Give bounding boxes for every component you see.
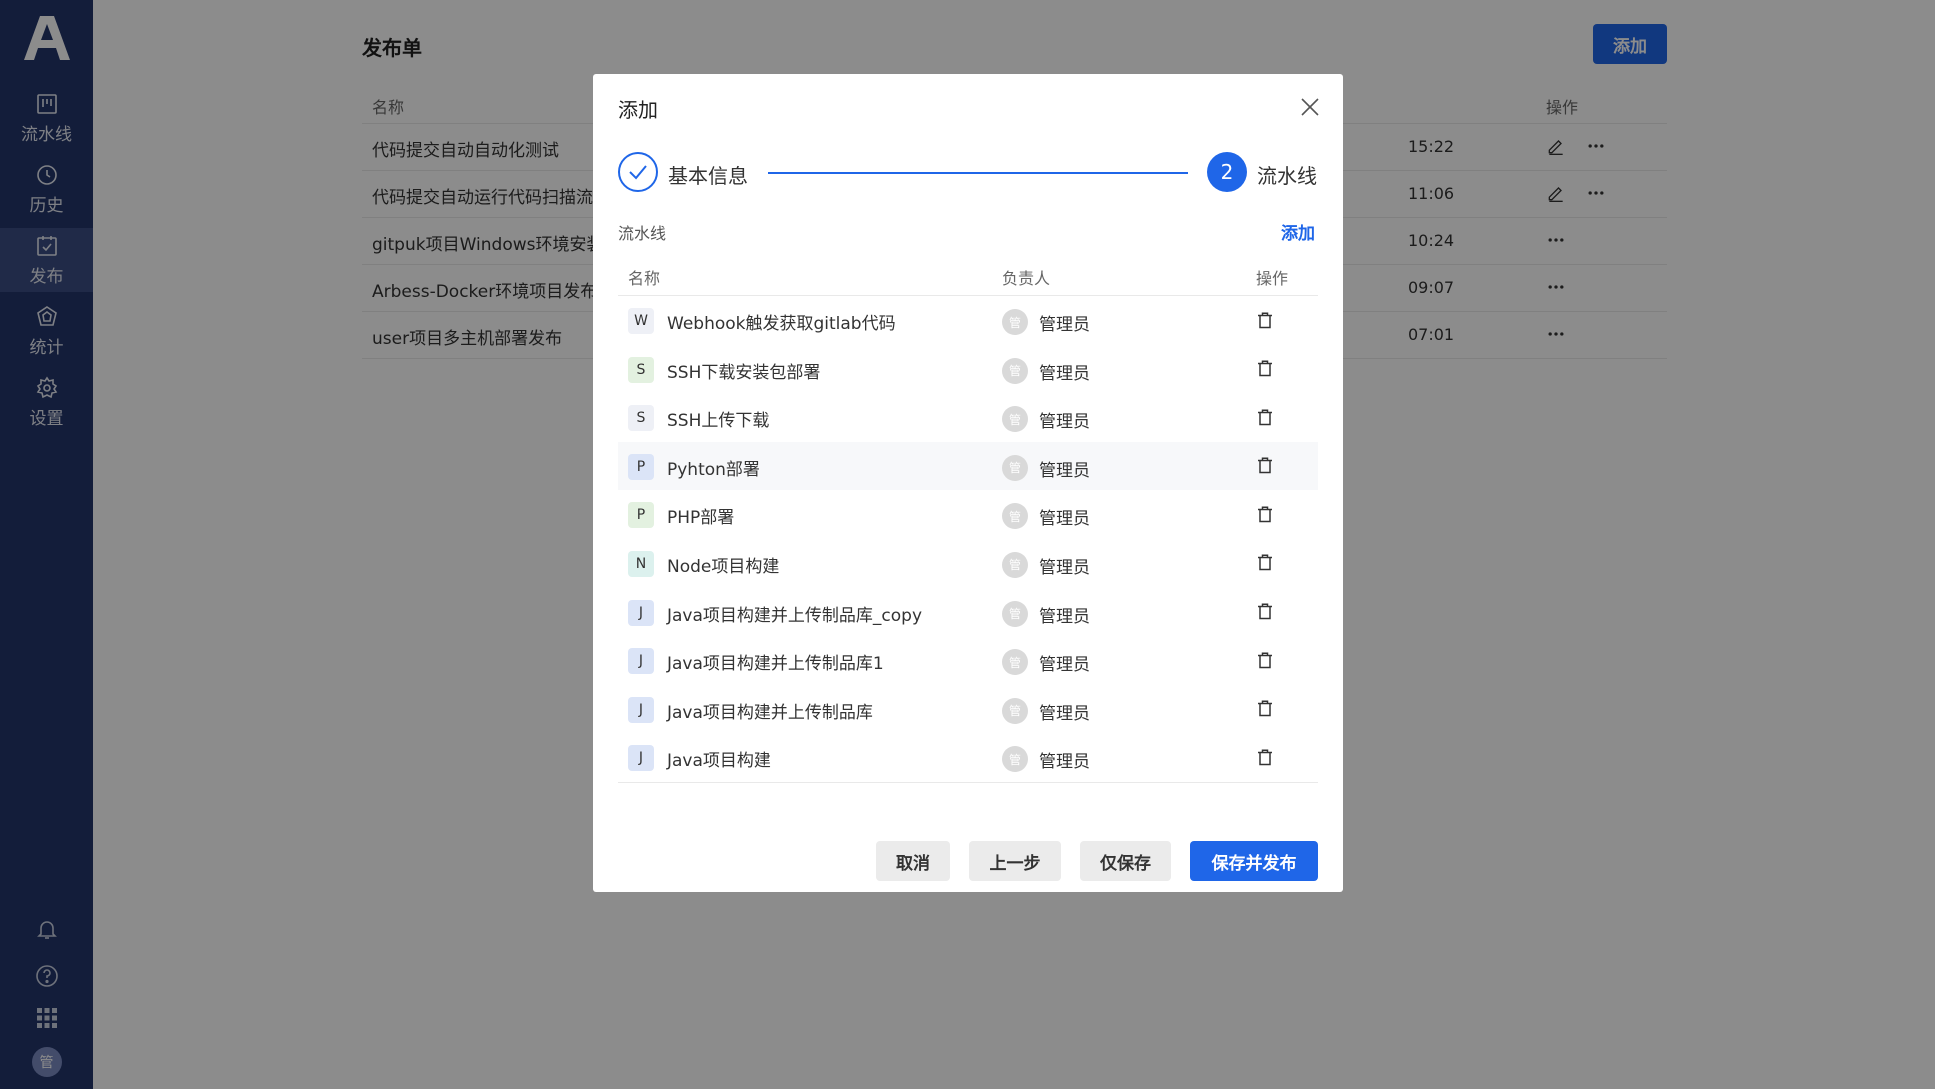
delete-button[interactable] [1255,310,1275,330]
owner-name: 管理员 [1039,703,1090,724]
pipeline-name: SSH上传下载 [667,411,770,432]
avatar: 管 [1002,309,1028,335]
delete-button[interactable] [1255,602,1275,622]
avatar: 管 [1002,551,1028,578]
column-owner: 负责人 [1002,269,1051,288]
pipeline-initial-badge: W [628,308,654,334]
delete-button[interactable] [1255,699,1275,719]
column-name: 名称 [628,269,661,288]
pipeline-initial-badge: N [628,550,654,577]
pipeline-initial-badge: P [628,453,654,480]
trash-icon [1258,603,1272,620]
trash-icon [1258,311,1272,328]
pipeline-initial-badge: J [628,696,654,723]
trash-icon [1258,652,1272,668]
owner-name: 管理员 [1039,315,1090,335]
delete-button[interactable] [1255,504,1275,524]
owner-name: 管理员 [1039,363,1090,384]
pipeline-name: Java项目构建 [667,751,771,772]
close-button[interactable] [1297,94,1323,120]
delete-button[interactable] [1255,553,1275,573]
owner-name: 管理员 [1039,557,1090,578]
trash-icon [1258,700,1272,717]
column-action: 操作 [1256,269,1289,288]
pipeline-initial-badge: S [628,405,654,432]
delete-button[interactable] [1255,456,1275,476]
table-row[interactable]: P Pyhton部署 管管理员 [618,441,1318,491]
trash-icon [1258,554,1272,571]
pipeline-name: Java项目构建并上传制品库 [667,702,873,723]
check-icon [629,165,647,180]
previous-step-button[interactable]: 上一步 [969,841,1061,881]
step-label: 流水线 [1257,164,1317,188]
pipeline-name: SSH下载安装包部署 [667,362,821,383]
table-row[interactable]: J Java项目构建并上传制品库1 管管理员 [618,636,1318,685]
add-release-modal: 添加 基本信息 2 流水线 流水线 添加 名称 负责人 操作 W Webhook触… [593,74,1343,892]
pipeline-initial-badge: J [628,599,654,626]
add-pipeline-link[interactable]: 添加 [1281,219,1315,244]
owner-name: 管理员 [1039,606,1090,627]
avatar: 管 [1002,600,1028,627]
pipeline-table: 名称 负责人 操作 W Webhook触发获取gitlab代码管管理员 S SSH下载… [618,256,1318,783]
pipeline-initial-badge: P [628,502,654,529]
table-row[interactable]: S SSH上传下载 管管理员 [618,393,1318,442]
delete-button[interactable] [1255,747,1275,767]
table-row[interactable]: J Java项目构建 管管理员 [618,733,1318,782]
section-label: 流水线 [618,224,667,243]
table-row[interactable]: J Java项目构建并上传制品库_copy 管管理员 [618,588,1318,637]
trash-icon [1258,409,1272,425]
table-row[interactable]: S SSH下载安装包部署 管管理员 [618,345,1318,394]
save-and-publish-button[interactable]: 保存并发布 [1190,841,1318,881]
trash-icon [1258,506,1272,523]
trash-icon [1258,749,1272,766]
pipeline-name: Java项目构建并上传制品库1 [667,654,884,675]
avatar: 管 [1002,503,1028,530]
close-icon [1301,98,1319,116]
avatar: 管 [1002,406,1028,433]
step-basic-info[interactable] [618,152,658,192]
owner-name: 管理员 [1039,655,1090,676]
delete-button[interactable] [1255,359,1275,379]
pipeline-name: Node项目构建 [667,556,780,577]
pipeline-initial-badge: J [628,648,654,675]
owner-name: 管理员 [1039,752,1090,773]
avatar: 管 [1002,649,1028,676]
pipeline-name: Webhook触发获取gitlab代码 [667,314,896,334]
cancel-button[interactable]: 取消 [876,841,950,881]
pipeline-name: Java项目构建并上传制品库_copy [667,605,923,626]
avatar: 管 [1002,357,1028,384]
table-row[interactable]: W Webhook触发获取gitlab代码 管管理员 [618,296,1318,345]
delete-button[interactable] [1255,407,1275,427]
table-row[interactable]: N Node项目构建 管管理员 [618,539,1318,588]
table-row[interactable]: J Java项目构建并上传制品库 管管理员 [618,685,1318,734]
delete-button[interactable] [1255,650,1275,670]
avatar: 管 [1002,746,1028,773]
avatar: 管 [1002,454,1028,481]
trash-icon [1258,457,1272,474]
table-header: 名称 负责人 操作 [618,256,1318,296]
step-label: 基本信息 [668,164,748,188]
pipeline-initial-badge: S [628,356,654,383]
owner-name: 管理员 [1039,460,1090,481]
step-pipeline: 2 [1207,152,1247,192]
table-divider [618,781,1318,783]
table-body: W Webhook触发获取gitlab代码管管理员 S SSH下载安装包部署管管理员 S… [618,296,1318,782]
modal-title: 添加 [618,98,658,122]
trash-icon [1258,360,1272,377]
pipeline-initial-badge: J [628,745,654,772]
step-connector [768,172,1188,174]
owner-name: 管理员 [1039,412,1090,433]
table-row[interactable]: P PHP部署 管管理员 [618,490,1318,539]
pipeline-name: PHP部署 [667,508,735,529]
save-only-button[interactable]: 仅保存 [1080,841,1171,881]
pipeline-name: Pyhton部署 [667,459,760,480]
avatar: 管 [1002,697,1028,724]
owner-name: 管理员 [1039,509,1090,530]
